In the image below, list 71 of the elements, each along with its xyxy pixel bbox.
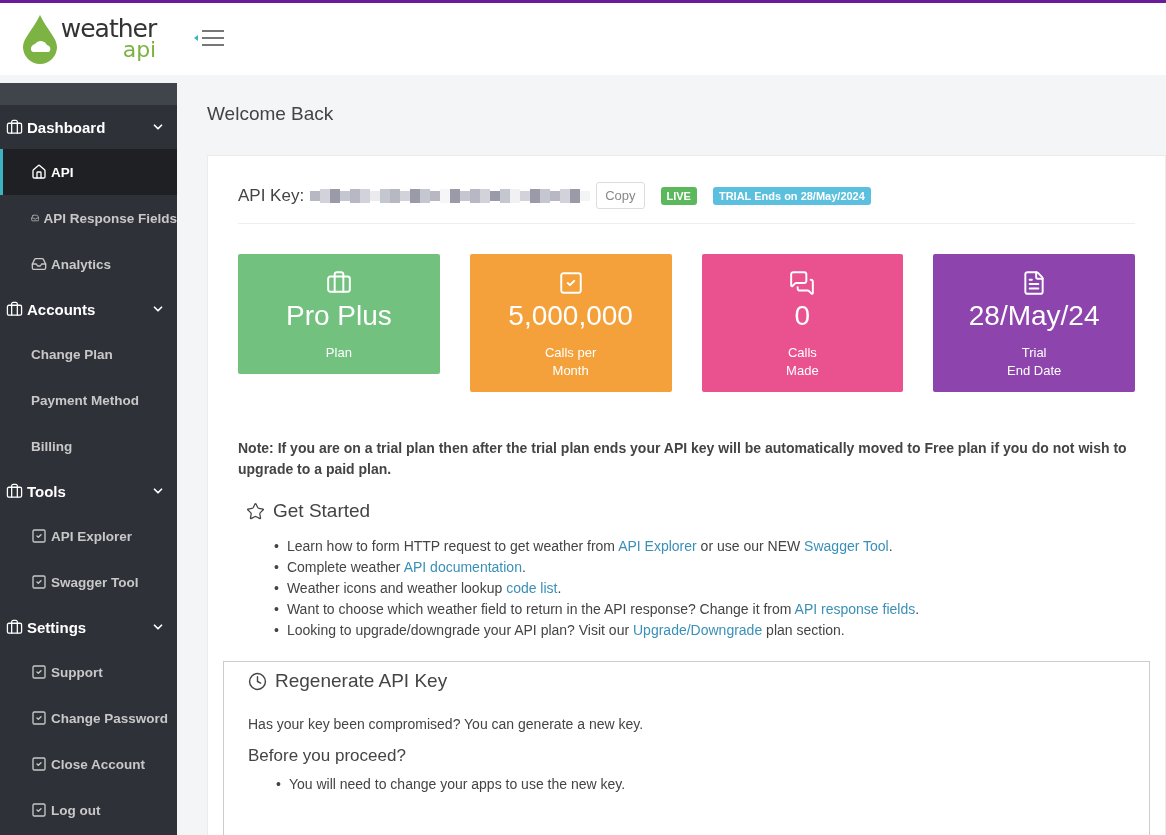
stat-label: Plan (325, 344, 352, 362)
subheading: Before you proceed? (248, 746, 407, 766)
drop-icon (20, 14, 59, 64)
sidebar-item[interactable]: Support (0, 649, 177, 695)
logo-text: weather (60, 17, 157, 41)
note-text: Note: If you are on a trial plan then after the trial plan ends your API key will be automatically moved to Free plan if you do not wish to upgrade to a paid plan. (238, 439, 1128, 479)
checkbox-icon (31, 664, 47, 680)
stat-label: Calls Made (786, 344, 819, 380)
sidebar-item[interactable]: API Explorer (0, 513, 177, 559)
bullet: • (274, 600, 279, 619)
home-icon (31, 164, 47, 180)
stat-value: 5,000,000 (508, 300, 633, 332)
list-item: Complete weather API documentation. (286, 558, 526, 577)
checkbox-icon (31, 574, 47, 590)
briefcase-icon (325, 270, 352, 296)
star-icon (246, 501, 265, 521)
sidebar-item[interactable]: Log out (0, 787, 177, 833)
stat-value: 0 (794, 300, 811, 332)
section-title: Regenerate API Key (275, 670, 448, 692)
list-item: Learn how to form HTTP request to get weather from API Explorer or use our NEW Swagger Tool. (286, 537, 893, 556)
bullet: • (274, 558, 279, 577)
checkbox-icon (31, 528, 47, 544)
clock-icon (248, 671, 267, 691)
api-key-label: API Key: (238, 185, 305, 206)
status-badge: TRIAL Ends on 28/May/2024 (712, 186, 871, 205)
bullet: • (274, 537, 279, 556)
stat-label: Trial End Date (1007, 344, 1062, 380)
list-item: Weather icons and weather lookup code list. (286, 579, 562, 598)
sidebar-item[interactable]: Analytics (0, 241, 177, 287)
list-item: Want to choose which weather field to return in the API response? Change it from API response fields. (286, 600, 920, 619)
list-item: You will need to change your apps to use the new key. (288, 775, 626, 794)
section-label[interactable]: Tools (27, 482, 147, 500)
chat-icon (789, 270, 816, 296)
sidebar-item[interactable]: Payment Method (0, 377, 177, 423)
stat-label: Calls per Month (544, 344, 597, 380)
briefcase-icon (6, 300, 23, 318)
sidebar-item[interactable]: Change Plan (0, 331, 177, 377)
checkbox-icon (31, 802, 47, 818)
bullet: • (274, 621, 279, 640)
checkbox-icon (31, 756, 47, 772)
link[interactable]: Swagger Tool (804, 538, 889, 554)
briefcase-icon (6, 118, 23, 136)
stat-value: Pro Plus (285, 300, 392, 332)
info-text: Has your key been compromised? You can generate a new key. (248, 716, 645, 732)
logo-subtext: api (122, 40, 157, 61)
sidebar-item[interactable]: API (0, 149, 177, 195)
page-title: Welcome Back (207, 103, 335, 125)
sidebar-item[interactable]: Change Password (0, 695, 177, 741)
list-item: Looking to upgrade/downgrade your API plan? Visit our Upgrade/Downgrade plan section. (286, 621, 845, 640)
sidebar-item[interactable]: Billing (0, 423, 177, 469)
section-title: Get Started (273, 500, 371, 522)
stat-value: 28/May/24 (968, 300, 1100, 332)
link[interactable]: API Explorer (618, 538, 697, 554)
briefcase-icon (6, 618, 23, 636)
bullet: • (274, 579, 279, 598)
link[interactable]: API documentation (403, 559, 522, 575)
section-label[interactable]: Dashboard (27, 118, 147, 136)
link[interactable]: Upgrade/Downgrade (633, 622, 763, 638)
sidebar-item[interactable]: API Response Fields (0, 195, 177, 241)
checkbox-icon (31, 710, 47, 726)
sidebar-item[interactable]: Swagger Tool (0, 559, 177, 605)
checkbox-icon (557, 270, 584, 296)
briefcase-icon (6, 482, 23, 500)
logo[interactable]: weather api (0, 3, 177, 75)
status-badge: LIVE (660, 186, 697, 205)
sidebar-item[interactable]: Close Account (0, 741, 177, 787)
bullet: • (276, 775, 281, 794)
section-label[interactable]: Settings (27, 618, 147, 636)
inbox-icon (31, 256, 47, 272)
section-label[interactable]: Accounts (27, 300, 147, 318)
copy-button[interactable]: Copy (596, 182, 645, 209)
